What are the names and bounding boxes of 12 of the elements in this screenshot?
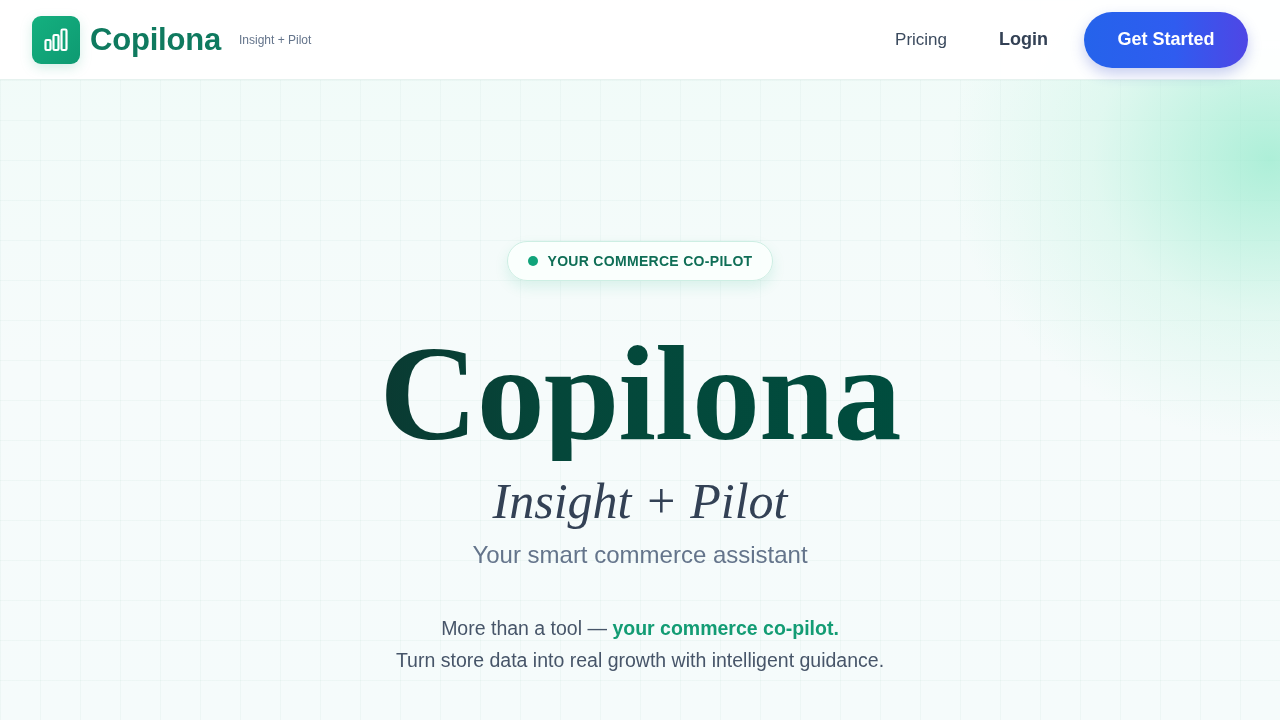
intro-text: Turn store data into real growth with intelligent guidance. bbox=[395, 647, 885, 673]
bar-chart-icon[interactable] bbox=[32, 15, 80, 64]
hero-tagline: Your smart commerce assistant bbox=[472, 539, 808, 570]
brand-tagline: Insight + Pilot bbox=[239, 32, 312, 47]
dot-icon bbox=[527, 256, 538, 266]
brand-name[interactable]: Copilona bbox=[90, 21, 221, 58]
badge-label: YOUR COMMERCE CO-PILOT bbox=[547, 253, 753, 269]
nav-link[interactable]: Pricing bbox=[895, 29, 947, 50]
login-link[interactable]: Login bbox=[999, 29, 1048, 50]
get-started-button[interactable]: Get Started bbox=[1084, 11, 1248, 68]
hero-subtitle: Insight + Pilot bbox=[492, 473, 788, 531]
intro-text: More than a tool — your commerce co-pilot. bbox=[441, 615, 839, 641]
